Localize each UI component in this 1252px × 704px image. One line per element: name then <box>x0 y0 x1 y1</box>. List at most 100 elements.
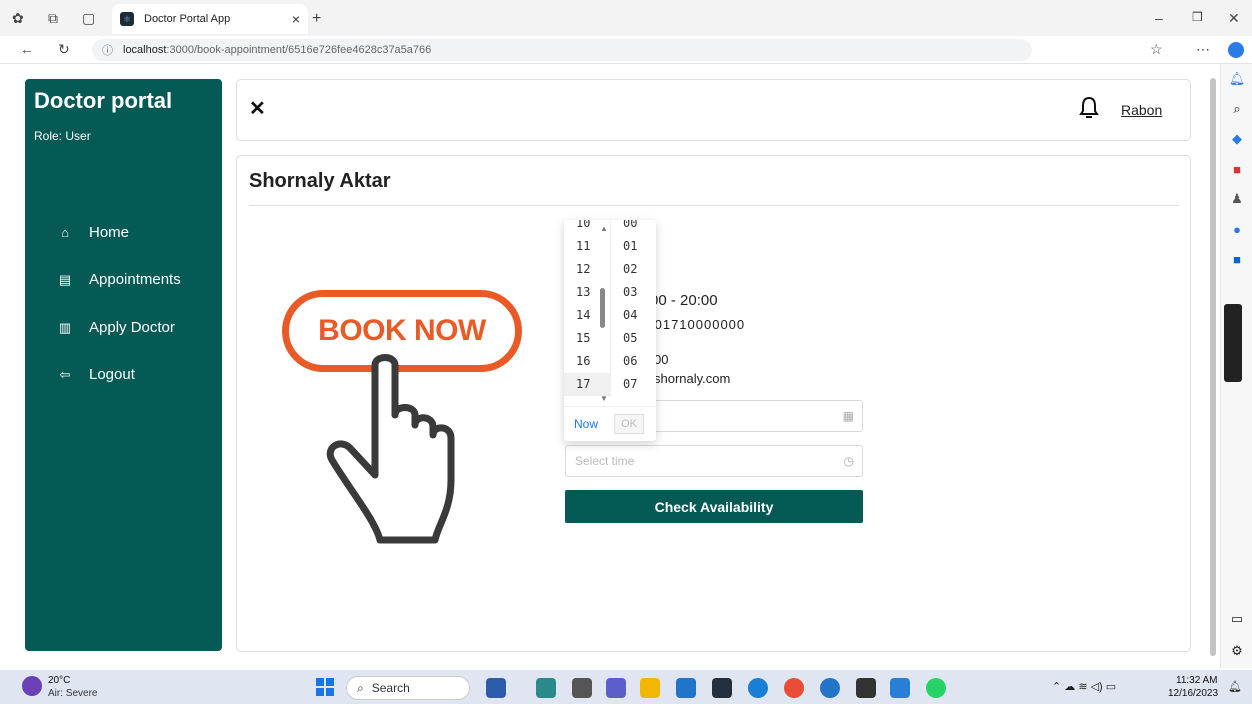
notifications-icon[interactable]: 🔔︎ <box>1228 680 1242 693</box>
sidebar-panel-icon[interactable]: ▭ <box>1221 604 1252 634</box>
minute-option[interactable]: 05 <box>611 327 656 350</box>
browser-tab[interactable]: ⚛ Doctor Portal App × <box>112 4 308 34</box>
time-picker-footer: Now OK <box>564 406 656 441</box>
more-icon[interactable]: ⋯ <box>1196 41 1210 58</box>
vscode-icon[interactable] <box>890 678 910 698</box>
copilot-icon[interactable] <box>1228 42 1244 58</box>
url-path: :3000/book-appointment/6516e726fee4628c3… <box>166 44 432 56</box>
tab-actions-icon[interactable]: ▢ <box>82 10 95 27</box>
minute-option[interactable]: 02 <box>611 258 656 281</box>
mail-icon[interactable] <box>676 678 696 698</box>
minute-column[interactable]: 00 01 02 03 04 05 06 07 08 <box>610 220 656 398</box>
sidebar-item-home[interactable]: ⌂ Home <box>55 224 129 241</box>
task-view-icon[interactable] <box>572 678 592 698</box>
doctor-fee: 00 <box>654 352 669 367</box>
check-availability-button[interactable]: Check Availability <box>565 490 863 523</box>
workspaces-icon[interactable]: ⧉ <box>48 10 58 27</box>
browser-titlebar: ✿ ⧉ ▢ ⚛ Doctor Portal App × + – ❐ ✕ <box>0 0 1252 36</box>
favorites-icon[interactable]: ☆ <box>1150 41 1163 58</box>
time-placeholder: Select time <box>575 454 635 468</box>
new-tab-button[interactable]: + <box>312 10 321 28</box>
vertical-scrollbar[interactable] <box>1208 66 1218 664</box>
windows-taskbar: 20°C Air: Severe ⌃ ☁ ≋ ◁) ▭ 11:32 AM 12/… <box>0 670 1252 704</box>
office-icon[interactable]: ● <box>1221 214 1252 244</box>
outlook-icon[interactable]: ■ <box>1221 244 1252 274</box>
system-tray-icons[interactable]: ⌃ ☁ ≋ ◁) ▭ <box>1052 680 1116 693</box>
user-name-link[interactable]: Rabon <box>1121 102 1162 118</box>
scrollbar-thumb[interactable] <box>1210 78 1216 656</box>
whatsapp-icon[interactable] <box>926 678 946 698</box>
scrollbar-thumb[interactable] <box>600 288 605 328</box>
weather-temp: 20°C <box>48 675 71 686</box>
taskbar-search[interactable]: ⌕ Search <box>346 676 470 700</box>
sidebar-item-label: Home <box>89 224 130 241</box>
settings-icon[interactable]: ⚙ <box>1221 636 1252 666</box>
ok-button[interactable]: OK <box>614 414 645 434</box>
minimize-button[interactable]: – <box>1155 10 1163 26</box>
horizontal-scrollbar[interactable] <box>238 640 1190 650</box>
amazon-icon[interactable] <box>712 678 732 698</box>
weather-status: Air: Severe <box>48 688 98 699</box>
scroll-down-icon[interactable]: ▼ <box>600 394 608 403</box>
file-explorer-icon[interactable] <box>640 678 660 698</box>
back-icon[interactable]: ← <box>20 41 34 57</box>
sidebar-item-appointments[interactable]: ▤ Appointments <box>55 271 181 288</box>
help-icon[interactable] <box>820 678 840 698</box>
search-sidebar-icon[interactable]: ⌕ <box>1221 94 1252 124</box>
doctor-timing: 00 - 20:00 <box>650 292 718 309</box>
restore-button[interactable]: ❐ <box>1192 10 1203 24</box>
app-icon[interactable] <box>536 678 556 698</box>
minute-option[interactable]: 01 <box>611 235 656 258</box>
minute-option[interactable]: 03 <box>611 281 656 304</box>
hospital-icon: ▥ <box>58 319 72 335</box>
hour-option[interactable]: 11 <box>564 235 610 258</box>
start-icon[interactable] <box>316 678 334 696</box>
screenrec-extension[interactable] <box>1224 304 1242 382</box>
collapse-menu-button[interactable]: ✕ <box>249 96 266 121</box>
weather-icon[interactable] <box>22 676 42 696</box>
now-button[interactable]: Now <box>574 417 598 431</box>
sidebar-item-label: Logout <box>89 366 135 383</box>
home-icon: ⌂ <box>61 225 69 240</box>
scroll-up-icon[interactable]: ▲ <box>600 224 608 233</box>
notification-bell-icon[interactable] <box>1079 96 1099 125</box>
hour-option[interactable]: 12 <box>564 258 610 281</box>
sidebar-item-apply-doctor[interactable]: ▥ Apply Doctor <box>55 319 175 336</box>
hour-option[interactable]: 15 <box>564 327 610 350</box>
calendar-icon: ▦ <box>842 409 854 423</box>
url-field[interactable]: ⓘ localhost:3000/book-appointment/6516e7… <box>92 39 1032 61</box>
hour-option-selected[interactable]: 17 <box>564 373 610 396</box>
logout-icon: ⇦ <box>59 366 71 382</box>
minute-option[interactable]: 00 <box>611 220 656 235</box>
edge-sidebar: 🔔︎ ⌕ ◆ ■ ♟ ● ■ ▭ ⚙ <box>1220 64 1252 668</box>
terminal-icon[interactable] <box>856 678 876 698</box>
doctor-phone: :01710000000 <box>650 317 746 332</box>
widgets-icon[interactable] <box>486 678 506 698</box>
window-close-button[interactable]: ✕ <box>1228 10 1240 27</box>
profile-icon[interactable]: ✿ <box>12 10 24 27</box>
sidebar-item-label: Appointments <box>89 271 181 288</box>
site-info-icon[interactable]: ⓘ <box>102 42 113 58</box>
edge-icon[interactable] <box>748 678 768 698</box>
teams-icon[interactable] <box>606 678 626 698</box>
notification-bell-icon[interactable]: 🔔︎ <box>1221 64 1252 94</box>
time-field[interactable]: Select time ◷ <box>565 445 863 477</box>
tools-icon[interactable]: ■ <box>1221 154 1252 184</box>
minute-option[interactable]: 04 <box>611 304 656 327</box>
header-bar: ✕ Rabon <box>236 79 1191 141</box>
refresh-icon[interactable]: ↻ <box>58 41 70 58</box>
minute-option[interactable]: 08 <box>611 396 656 398</box>
minute-option[interactable]: 07 <box>611 373 656 396</box>
search-placeholder: Search <box>371 681 410 695</box>
app-title: Doctor portal <box>34 88 173 113</box>
minute-option[interactable]: 06 <box>611 350 656 373</box>
hour-option[interactable]: 16 <box>564 350 610 373</box>
shopping-tag-icon[interactable]: ◆ <box>1221 124 1252 154</box>
tab-close-icon[interactable]: × <box>292 11 300 27</box>
app-favicon-icon: ⚛ <box>120 12 134 26</box>
pointing-hand-icon <box>320 350 470 550</box>
list-icon: ▤ <box>58 271 72 287</box>
sidebar-item-logout[interactable]: ⇦ Logout <box>55 366 135 383</box>
chrome-icon[interactable] <box>784 678 804 698</box>
games-icon[interactable]: ♟ <box>1221 184 1252 214</box>
